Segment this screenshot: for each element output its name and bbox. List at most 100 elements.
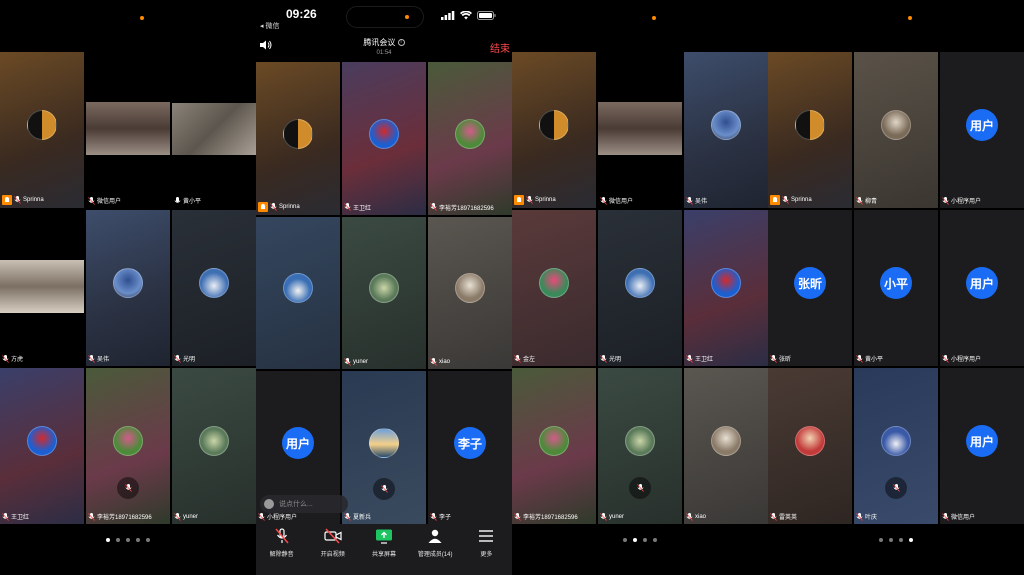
participant-tile[interactable]: 李裕芳18971682596 [428,62,512,215]
participant-tile[interactable]: xiao [428,216,512,370]
mic-icon [174,354,181,363]
page-dot[interactable] [879,538,883,542]
participant-tile[interactable]: 吴伟 [684,52,768,208]
mic-icon [600,354,607,363]
page-indicator[interactable] [512,538,768,542]
end-meeting-button[interactable]: 结束 [490,40,510,55]
wifi-icon [460,11,472,20]
page-dot[interactable] [653,538,657,542]
mic-icon [514,512,521,521]
participant-label: 李裕芳18971682596 [430,203,494,212]
participant-tile[interactable]: 李子 李子 [428,371,512,524]
participant-tile[interactable]: xiao [684,368,768,524]
mic-icon [174,513,181,521]
page-indicator[interactable] [0,538,256,542]
participant-tile[interactable]: 柳青 [854,52,938,208]
participant-tile[interactable]: yuner [342,216,426,370]
toolbar-button-share-screen[interactable]: 共享屏幕 [361,528,407,558]
participant-name: Sprinna [535,197,556,203]
participant-name: 小程序用户 [951,357,982,363]
participant-tile[interactable]: 王卫红 [0,368,84,524]
dynamic-island [346,6,424,28]
participant-name: 李裕芳18971682596 [439,205,494,212]
participant-grid: Sprinna 王卫红 李裕芳18971682596 yuner xiao 用户 小程序用户… [256,62,512,524]
participant-tile[interactable]: 方虎 [0,210,84,366]
participant-tile[interactable]: 李裕芳18971682596 [86,368,170,524]
meeting-title[interactable]: 腾讯会议 i [256,37,512,48]
participant-label: 吴伟 [88,354,109,363]
page-dot[interactable] [633,538,637,542]
more-icon [477,528,495,546]
participant-tile[interactable]: 微信用户 [598,52,682,208]
participant-tile[interactable]: Sprinna [512,52,596,208]
participant-label: 王卫红 [686,354,713,363]
participant-tile[interactable]: 叶庆 [854,368,938,524]
participant-tile[interactable]: 小平 黄小平 [854,210,938,366]
participant-tile[interactable]: 王卫红 [342,62,426,215]
participant-tile[interactable]: Sprinna [768,52,852,208]
participant-tile[interactable]: 用户 小程序用户 [940,52,1024,208]
participant-tile[interactable]: 微信用户 [86,52,170,208]
toolbar-label: 开启视频 [320,552,345,558]
participant-tile[interactable]: Sprinna [0,52,84,208]
emoji-icon[interactable] [264,499,274,509]
participant-tile[interactable]: 张昕 张昕 [768,210,852,366]
participant-name: 微信用户 [97,199,122,205]
participant-tile[interactable]: 金左 [512,210,596,366]
participant-tile[interactable]: 用户 小程序用户 [940,210,1024,366]
participant-name: 叶庆 [865,515,878,521]
mic-icon [174,196,181,203]
mic-icon [686,513,693,521]
participant-label: 柳青 [856,196,877,205]
page-dot[interactable] [643,538,647,542]
participant-label: 李裕芳18971682596 [514,512,578,521]
mic-icon [344,203,351,211]
toolbar-button-mic-off[interactable]: 解除静音 [259,528,305,558]
participant-name: 柳青 [865,199,878,205]
toolbar-button-members[interactable]: 管理成员(14) [412,528,458,558]
participant-tile[interactable]: 夏新兵 [342,371,426,524]
page-dot[interactable] [136,538,140,542]
page-dot[interactable] [106,538,110,542]
participant-label: 小程序用户 [942,354,981,363]
meeting-panel-b: 09:26 ◂ 微信 腾讯会议 i 01:54 结束 Sprinna 王卫红 李裕芳… [256,0,512,575]
participant-label: 李裕芳18971682596 [88,512,152,521]
participant-tile[interactable] [256,216,340,370]
participant-tile[interactable]: 黄小平 [172,52,256,208]
toolbar-button-camera-off[interactable]: 开启视频 [310,528,356,558]
participant-tile[interactable]: 光明 [172,210,256,366]
participant-name: 光明 [609,357,622,363]
toolbar-label: 更多 [480,552,493,558]
participant-tile[interactable]: Sprinna [256,62,340,215]
participant-tile[interactable]: 王卫红 [684,210,768,366]
participant-tile[interactable]: 光明 [598,210,682,366]
page-dot[interactable] [146,538,150,542]
mic-icon [526,196,533,204]
page-dot[interactable] [909,538,913,542]
info-icon[interactable]: i [397,39,405,47]
participant-tile[interactable]: 用户 微信用户 [940,368,1024,524]
back-to-app-link[interactable]: ◂ 微信 [260,21,279,31]
mic-icon [2,512,9,521]
meeting-title-text: 腾讯会议 [363,38,396,47]
participant-tile[interactable]: yuner [598,368,682,524]
page-dot[interactable] [889,538,893,542]
participant-name: 吴伟 [695,199,708,205]
participant-name: 王卫红 [11,515,30,521]
chat-input[interactable]: 说点什么... [260,495,348,513]
page-dot[interactable] [899,538,903,542]
toolbar-button-more[interactable]: 更多 [463,528,509,558]
participant-tile[interactable]: 吴伟 [86,210,170,366]
page-dot[interactable] [126,538,130,542]
page-dot[interactable] [116,538,120,542]
participant-name: 微信用户 [951,515,976,521]
participant-tile[interactable]: 雷英英 [768,368,852,524]
page-indicator[interactable] [768,538,1024,542]
participant-name: 光明 [183,357,196,363]
page-dot[interactable] [623,538,627,542]
video-feed [598,101,682,155]
participant-tile[interactable]: 李裕芳18971682596 [512,368,596,524]
mic-icon [856,196,863,205]
participant-name: yuner [353,359,369,366]
participant-tile[interactable]: yuner [172,368,256,524]
